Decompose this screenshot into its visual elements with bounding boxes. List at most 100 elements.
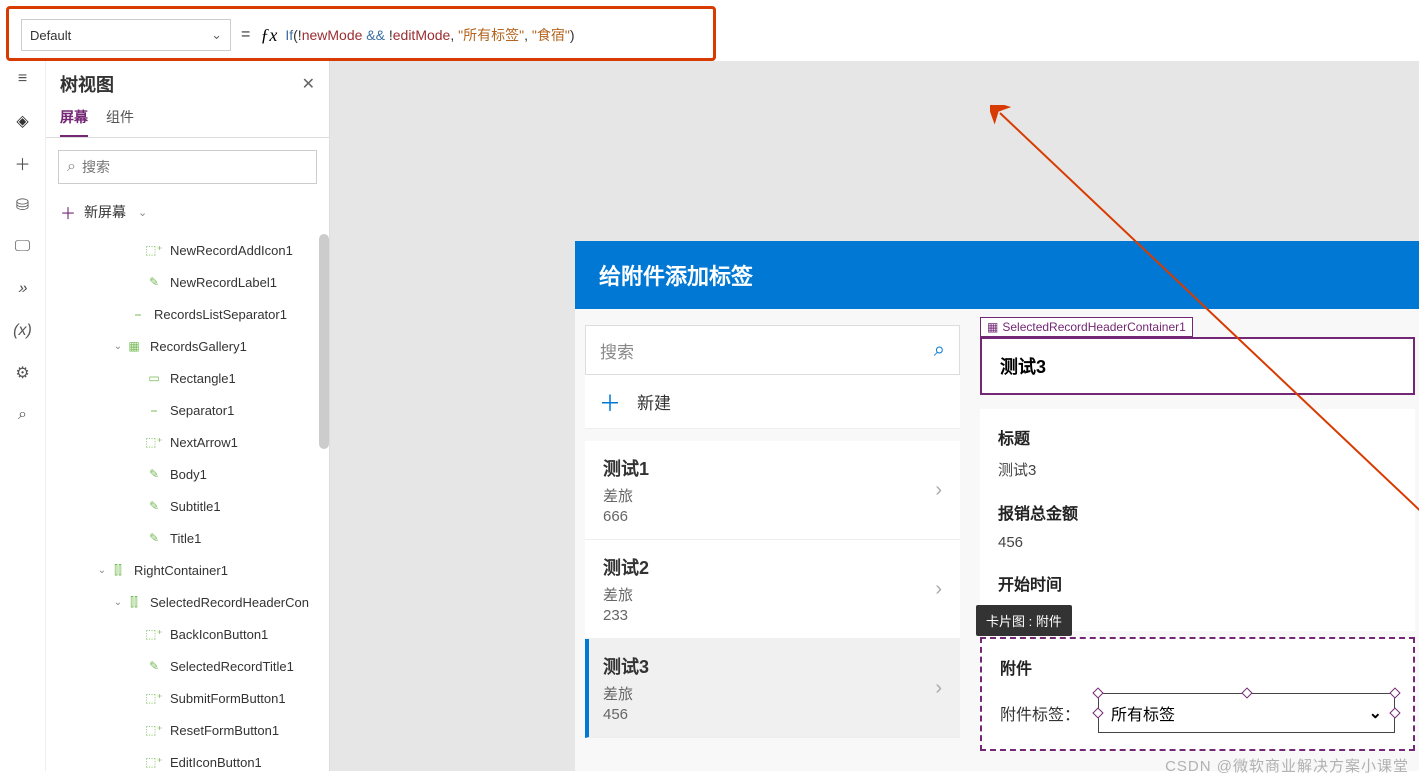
resize-handle[interactable]: [1241, 687, 1252, 698]
resize-handle[interactable]: [1389, 707, 1400, 718]
control-icon: ⬚⁺: [146, 754, 162, 770]
dropdown-value: 所有标签: [1111, 701, 1175, 725]
chevron-down-icon: ⌄: [110, 341, 126, 352]
search-icon: ⌕: [934, 339, 945, 362]
left-icon-rail: ≡ ◈ ＋ ⛁ 🖵 » (x) ⚙ ⌕: [0, 61, 46, 771]
attachment-card[interactable]: 卡片图 : 附件 附件 附件标签： 所有标签 ⌄: [980, 637, 1415, 751]
tab-components[interactable]: 组件: [106, 107, 134, 137]
tree-item[interactable]: ⌄⫿⫿SelectedRecordHeaderCon: [46, 586, 329, 618]
new-screen-button[interactable]: ＋ 新屏幕 ⌄: [46, 196, 329, 234]
canvas-area[interactable]: 给附件添加标签 搜索 ⌕ ＋ 新建 测试1差旅666›测试2差旅233›测试3差…: [330, 61, 1419, 771]
tree-item[interactable]: ⬚⁺ EditIconButton1: [46, 746, 329, 771]
chevron-right-icon: ›: [935, 578, 942, 601]
record-subtitle: 差旅: [603, 584, 649, 605]
search-rail-icon[interactable]: ⌕: [13, 405, 33, 425]
formula-input[interactable]: If(!newMode && !editMode, "所有标签", "食宿"): [285, 19, 701, 51]
tree-item-label: EditIconButton1: [170, 755, 262, 770]
field-start-label: 开始时间: [998, 571, 1397, 595]
tree-item-label: BackIconButton1: [170, 627, 268, 642]
record-item[interactable]: 测试1差旅666›: [585, 441, 960, 540]
fx-icon: ƒx: [260, 19, 277, 51]
record-number: 233: [603, 607, 649, 624]
property-selector[interactable]: Default ⌄: [21, 19, 231, 51]
chevron-right-icon: ›: [935, 677, 942, 700]
tree-panel-title: 树视图: [60, 71, 114, 97]
insert-icon[interactable]: ＋: [13, 153, 33, 173]
control-icon: ⬚⁺: [146, 722, 162, 738]
tree-item[interactable]: ✎Body1: [46, 458, 329, 490]
equals-sign: =: [241, 19, 250, 51]
chevron-down-icon: ⌄: [211, 27, 222, 43]
app-search-box[interactable]: 搜索 ⌕: [585, 325, 960, 375]
scrollbar-vertical[interactable]: [319, 234, 329, 449]
record-number: 666: [603, 508, 649, 525]
flows-icon[interactable]: »: [10, 279, 35, 299]
record-item[interactable]: 测试3差旅456›: [585, 639, 960, 738]
control-icon: ✎: [146, 658, 162, 674]
tree-search-box[interactable]: ⌕: [58, 150, 317, 184]
tree-item[interactable]: ✎Subtitle1: [46, 490, 329, 522]
search-placeholder: 搜索: [600, 338, 634, 363]
record-title: 测试1: [603, 455, 649, 481]
attachment-tag-dropdown[interactable]: 所有标签 ⌄: [1098, 693, 1395, 733]
tree-item[interactable]: ✎ NewRecordLabel1: [46, 266, 329, 298]
record-number: 456: [603, 706, 649, 723]
tree-item[interactable]: ⎯RecordsListSeparator1: [46, 298, 329, 330]
tree-view-panel: 树视图 ✕ 屏幕 组件 ⌕ ＋ 新屏幕 ⌄ ⬚⁺NewRecordAddIcon…: [46, 61, 330, 771]
tree-item-label: RecordsListSeparator1: [154, 307, 287, 322]
tree-item[interactable]: ⬚⁺NewRecordAddIcon1: [46, 234, 329, 266]
selected-record-header[interactable]: ▦ SelectedRecordHeaderContainer1 测试3: [980, 337, 1415, 395]
tree-item[interactable]: ⬚⁺BackIconButton1: [46, 618, 329, 650]
resize-handle[interactable]: [1389, 687, 1400, 698]
tree-item[interactable]: ⬚⁺SubmitFormButton1: [46, 682, 329, 714]
tools-icon[interactable]: ⚙: [13, 363, 33, 383]
tab-screens[interactable]: 屏幕: [60, 107, 88, 137]
tree-item[interactable]: ⬚⁺NextArrow1: [46, 426, 329, 458]
tree-items-list: ⬚⁺NewRecordAddIcon1✎NewRecordLabel1⎯Reco…: [46, 234, 329, 771]
tree-item[interactable]: ⬚⁺ ResetFormButton1: [46, 714, 329, 746]
tree-item[interactable]: ⎯Separator1: [46, 394, 329, 426]
data-icon[interactable]: ⛁: [13, 195, 33, 215]
control-icon: ⫿⫿: [110, 562, 126, 578]
tree-view-icon[interactable]: ◈: [13, 111, 33, 131]
control-icon: ✎: [146, 274, 162, 290]
resize-handle[interactable]: [1092, 687, 1103, 698]
control-icon: ⬚⁺: [146, 242, 162, 258]
tree-item[interactable]: ▭ Rectangle1: [46, 362, 329, 394]
selection-tag: ▦ SelectedRecordHeaderContainer1: [980, 317, 1193, 337]
field-amount-value: 456: [998, 534, 1397, 551]
detail-panel: 标题 测试3 报销总金额 456 开始时间: [980, 409, 1415, 631]
tree-item[interactable]: ⌄⫿⫿RightContainer1: [46, 554, 329, 586]
close-icon[interactable]: ✕: [302, 74, 315, 94]
chevron-right-icon: ›: [935, 479, 942, 502]
tree-item-label: SelectedRecordTitle1: [170, 659, 294, 674]
chevron-down-icon: ⌄: [138, 206, 147, 219]
property-name: Default: [30, 28, 71, 43]
new-record-button[interactable]: ＋ 新建: [585, 375, 960, 429]
app-header-title: 给附件添加标签: [575, 241, 1419, 309]
tree-item[interactable]: ⌄▦RecordsGallery1: [46, 330, 329, 362]
tree-item[interactable]: ✎ SelectedRecordTitle1: [46, 650, 329, 682]
hamburger-icon[interactable]: ≡: [13, 69, 33, 89]
field-title-label: 标题: [998, 425, 1397, 449]
selected-record-title: 测试3: [1000, 357, 1046, 377]
tree-item-label: ResetFormButton1: [170, 723, 279, 738]
control-icon: ⎯: [146, 402, 162, 418]
tree-item-label: Rectangle1: [170, 371, 236, 386]
plus-icon: ＋: [599, 386, 621, 418]
tree-item-label: NewRecordLabel1: [170, 275, 277, 290]
control-icon: ⬚⁺: [146, 690, 162, 706]
plus-icon: ＋: [60, 200, 76, 224]
control-icon: ✎: [146, 498, 162, 514]
media-icon[interactable]: 🖵: [13, 237, 33, 257]
record-subtitle: 差旅: [603, 683, 649, 704]
record-item[interactable]: 测试2差旅233›: [585, 540, 960, 639]
variables-icon[interactable]: (x): [13, 321, 33, 341]
tree-item-label: RecordsGallery1: [150, 339, 247, 354]
control-icon: ▭: [146, 370, 162, 386]
resize-handle[interactable]: [1092, 707, 1103, 718]
tree-item-label: SelectedRecordHeaderCon: [150, 595, 309, 610]
tree-item-label: NextArrow1: [170, 435, 238, 450]
tree-search-input[interactable]: [82, 159, 308, 175]
tree-item[interactable]: ✎Title1: [46, 522, 329, 554]
